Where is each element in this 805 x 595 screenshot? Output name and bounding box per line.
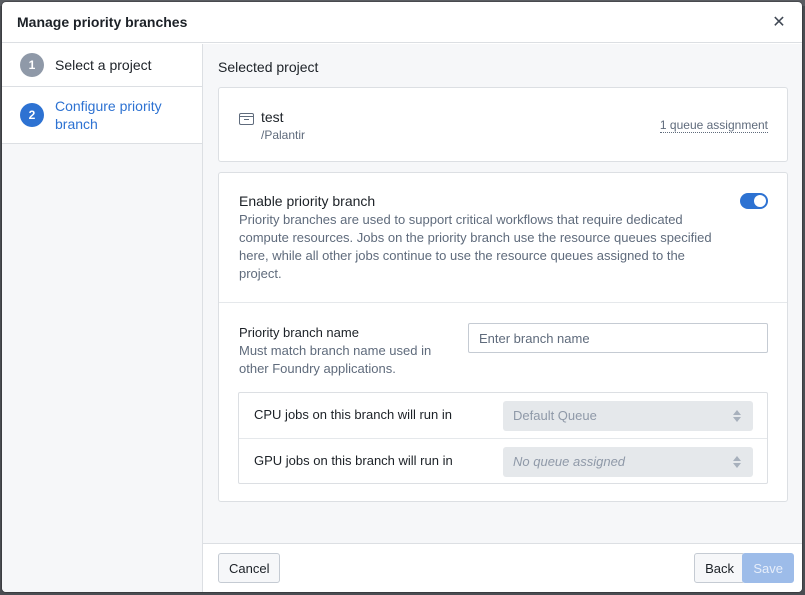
queue-assignment-table: CPU jobs on this branch will run in Defa…: [238, 392, 768, 484]
project-path: /Palantir: [261, 128, 306, 142]
selected-project-card: test /Palantir 1 queue assignment: [218, 87, 788, 162]
enable-priority-branch-description: Priority branches are used to support cr…: [239, 212, 712, 281]
manage-priority-branches-dialog: Manage priority branches ✕ 1 Select a pr…: [2, 2, 802, 592]
enable-priority-branch-toggle[interactable]: [740, 193, 768, 209]
gpu-queue-label: GPU jobs on this branch will run in: [254, 453, 453, 468]
step-select-project[interactable]: 1 Select a project: [2, 44, 202, 87]
priority-branch-config-card: Enable priority branch Priority branches…: [218, 172, 788, 502]
queue-row-cpu: CPU jobs on this branch will run in Defa…: [239, 393, 767, 438]
cpu-queue-label: CPU jobs on this branch will run in: [254, 407, 452, 422]
double-caret-icon: [733, 409, 741, 423]
enable-priority-branch-label: Enable priority branch: [239, 193, 376, 209]
project-folder-icon: [239, 113, 254, 125]
gpu-queue-value: No queue assigned: [513, 454, 626, 469]
priority-branch-name-label: Priority branch name: [239, 325, 359, 340]
back-button[interactable]: Back: [694, 553, 745, 583]
step-number-badge: 1: [20, 53, 44, 77]
cpu-queue-value: Default Queue: [513, 408, 597, 423]
wizard-steps-sidebar: 1 Select a project 2 Configure priority …: [2, 44, 203, 592]
queue-row-gpu: GPU jobs on this branch will run in No q…: [239, 438, 767, 483]
priority-branch-name-input[interactable]: [468, 323, 768, 353]
priority-branch-name-help: Must match branch name used in other Fou…: [239, 343, 432, 376]
cpu-queue-select[interactable]: Default Queue: [503, 401, 753, 431]
close-icon[interactable]: ✕: [770, 13, 788, 31]
selected-project-heading: Selected project: [218, 59, 319, 75]
dialog-footer: Cancel Back Save: [203, 543, 802, 592]
double-caret-icon: [733, 455, 741, 469]
dialog-header: Manage priority branches ✕: [2, 2, 802, 43]
step-number-badge: 2: [20, 103, 44, 127]
dialog-title: Manage priority branches: [17, 14, 188, 30]
gpu-queue-select[interactable]: No queue assigned: [503, 447, 753, 477]
section-divider: [219, 302, 787, 303]
queue-assignment-link[interactable]: 1 queue assignment: [659, 118, 768, 133]
step-label: Select a project: [55, 57, 152, 73]
cancel-button[interactable]: Cancel: [218, 553, 281, 583]
project-name: test: [261, 109, 284, 125]
step-label: Configure priority branch: [55, 98, 162, 132]
main-content: Selected project test /Palantir 1 queue …: [203, 44, 802, 543]
save-button[interactable]: Save: [742, 553, 794, 583]
toggle-knob: [754, 195, 766, 207]
step-configure-priority-branch[interactable]: 2 Configure priority branch: [2, 87, 202, 144]
